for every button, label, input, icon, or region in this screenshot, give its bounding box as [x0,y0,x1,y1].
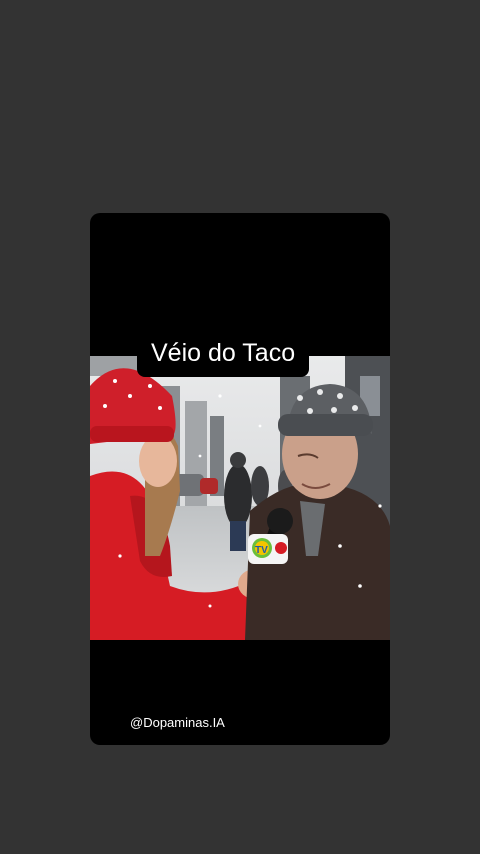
story-viewer: TV Véio do Taco @Dopaminas.IA [0,0,480,854]
video-title-caption: Véio do Taco [137,331,310,377]
street-interview-image: TV [90,356,390,640]
mic-flag-text: TV [255,545,268,556]
video-frame[interactable]: TV [90,356,390,640]
account-handle[interactable]: @Dopaminas.IA [130,715,225,731]
story-card[interactable]: TV Véio do Taco @Dopaminas.IA [90,213,390,745]
